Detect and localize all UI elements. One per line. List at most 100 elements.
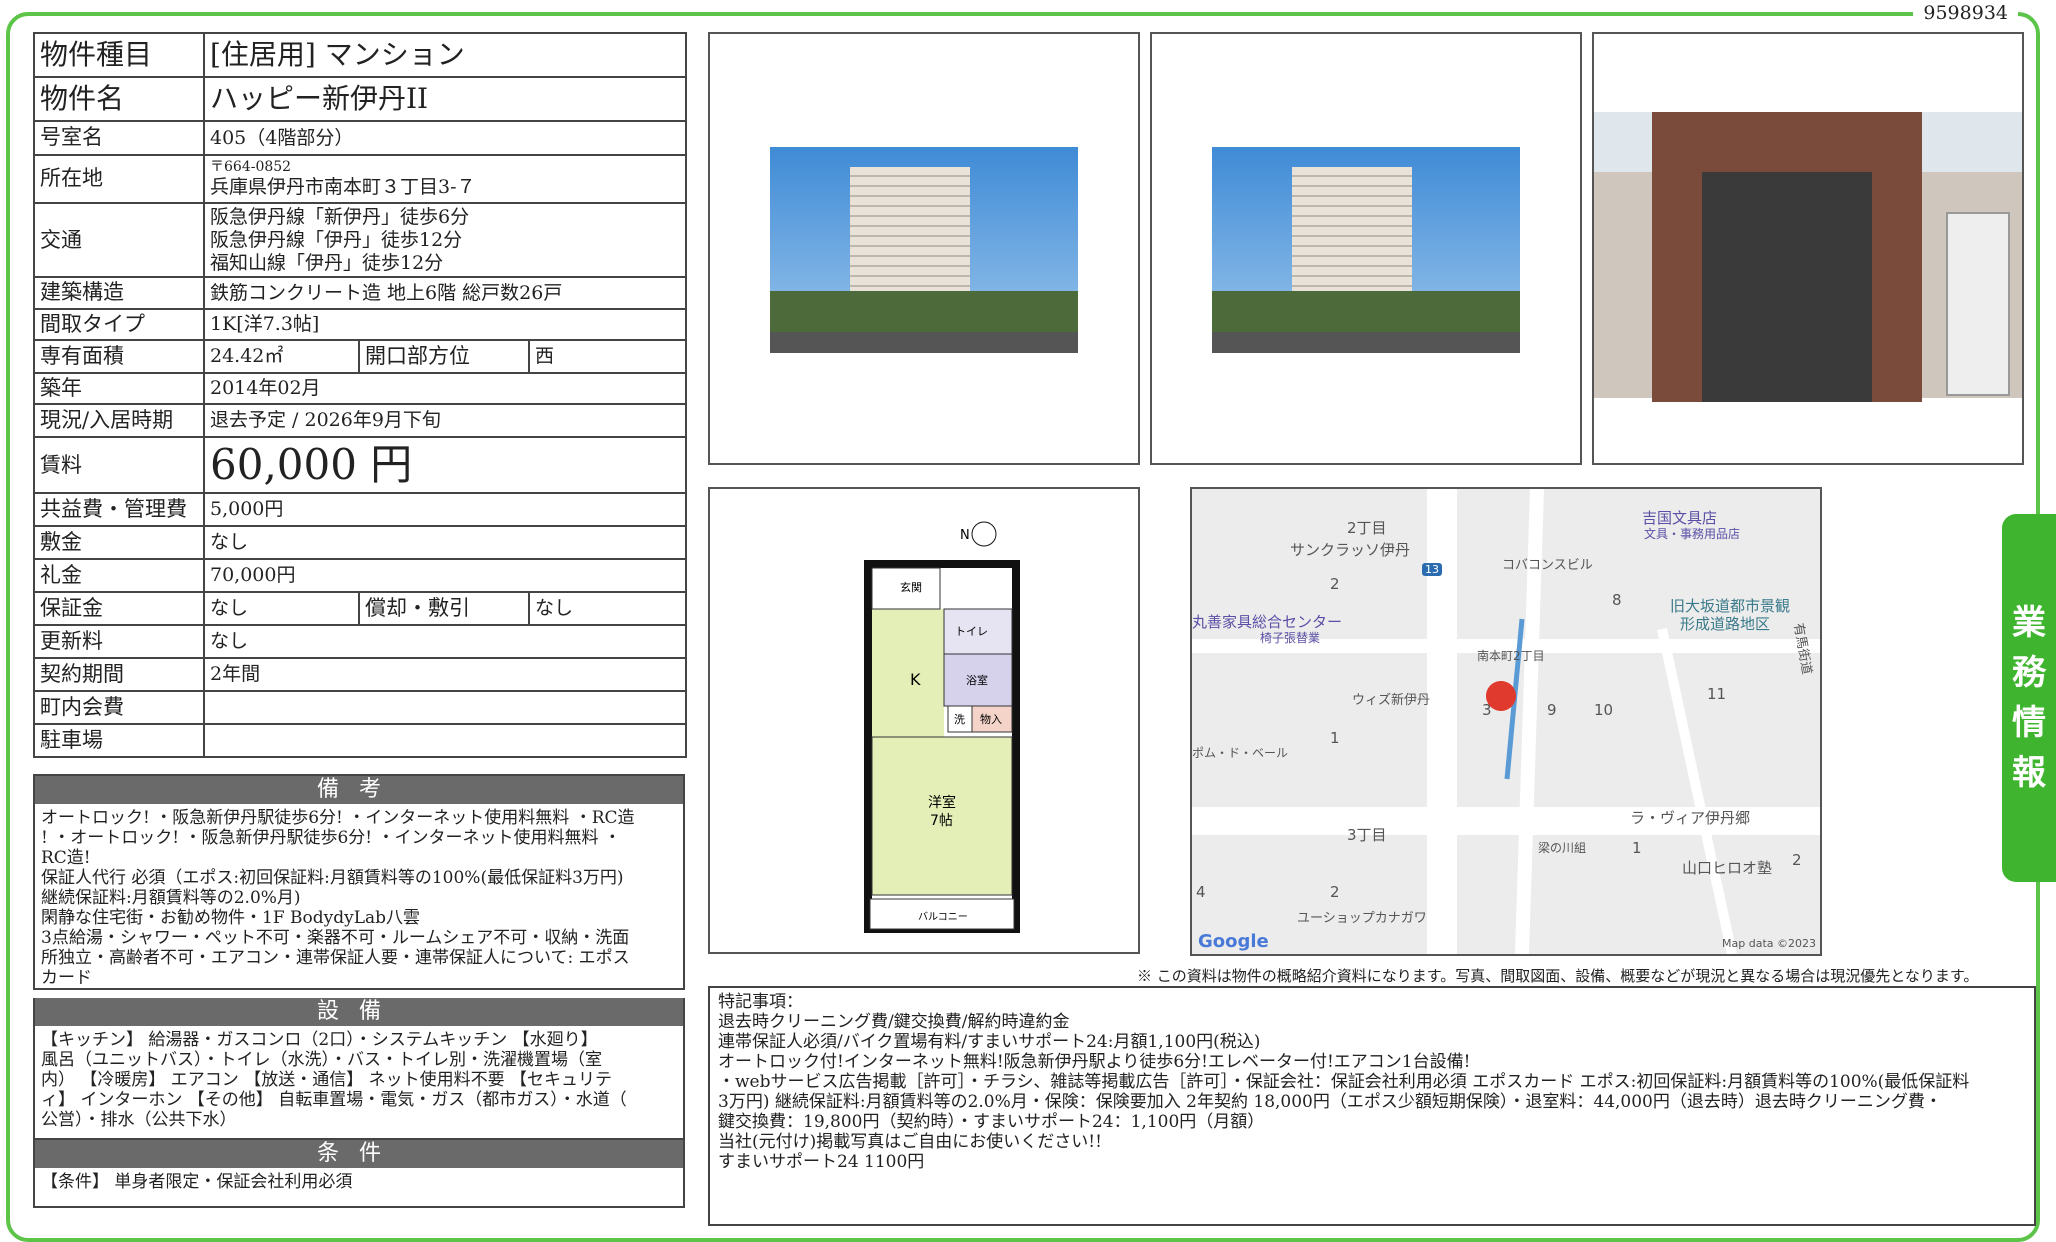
- map-number: 8: [1612, 591, 1622, 609]
- wash-label: 洗: [954, 713, 965, 726]
- address-value: 兵庫県伊丹市南本町３丁目3-７: [210, 176, 476, 198]
- map-attribution: Map data ©2023: [1722, 937, 1816, 950]
- entrance-label: 玄関: [900, 580, 922, 594]
- balcony-label: バルコニー: [918, 911, 968, 923]
- map-number: 1: [1330, 729, 1340, 747]
- rent-label: 賃料: [33, 435, 205, 495]
- remarks-line: カード: [41, 968, 92, 988]
- business-info-tab[interactable]: 業 務 情 報: [2002, 514, 2056, 882]
- remarks-line: RC造!: [41, 848, 91, 868]
- map-number: 1: [1632, 839, 1642, 857]
- status-value: 退去予定 / 2026年9月下旬: [202, 402, 688, 438]
- fee-label: 共益費・管理費: [33, 492, 205, 528]
- remarks-line: ! ・オートロック! ・阪急新伊丹駅徒歩6分! ・インターネット使用料無料 ・: [41, 828, 621, 848]
- map-number: 2: [1330, 883, 1340, 901]
- building-photo-frame-1: [708, 32, 1140, 465]
- deposit-label: 敷金: [33, 525, 205, 561]
- room-label: 号室名: [33, 120, 205, 156]
- map-label: 2丁目: [1347, 519, 1387, 537]
- kitchen-label: K: [910, 670, 921, 689]
- structure-value: 鉄筋コンクリート造 地上6階 総戸数26戸: [202, 276, 688, 310]
- floor-plan: N 玄関 トイレ 浴室 物入 洗 K 洋室 7帖 バルコニー: [708, 487, 1140, 954]
- google-logo: Google: [1198, 931, 1269, 952]
- bath-label: 浴室: [966, 673, 988, 687]
- map-number: 9: [1547, 701, 1557, 719]
- map-number: 4: [1196, 883, 1206, 901]
- side-tab-char: 業: [2012, 603, 2046, 643]
- route-shield: 13: [1422, 563, 1442, 576]
- road: [1212, 332, 1520, 353]
- map-label: ユーショップカナガワ: [1297, 911, 1427, 926]
- toilet-label: トイレ: [955, 625, 988, 638]
- type-label: 物件種目: [33, 32, 205, 78]
- term-value: 2年間: [202, 657, 688, 693]
- compass: [971, 521, 997, 547]
- building-exterior-photo: [770, 147, 1078, 353]
- map-label: ポム・ド・ベール: [1192, 746, 1289, 760]
- special-remarks: 特記事項： 退去時クリーニング費/鍵交換費/解約時違約金 連帯保証人必須/バイク…: [708, 986, 2036, 1226]
- remarks-line: 保証人代行 必須（エポス:初回保証料:月額賃料等の100%(最低保証料3万円): [41, 868, 624, 888]
- name-label: 物件名: [33, 76, 205, 122]
- closet-label: 物入: [980, 712, 1002, 726]
- guarantee-label: 保証金: [33, 591, 205, 627]
- access-line: 阪急伊丹線「伊丹」徒歩12分: [210, 228, 463, 251]
- map-number: 2: [1330, 575, 1340, 593]
- north-label: N: [960, 528, 970, 543]
- special-remarks-line: ・webサービス広告掲載［許可］・チラシ、雑誌等掲載広告［許可］・保証会社：保証…: [718, 1072, 1970, 1092]
- map-label: 文具・事務用品店: [1644, 527, 1741, 541]
- road: [1427, 489, 1457, 954]
- special-remarks-line: 連帯保証人必須/バイク置場有料/すまいサポート24:月額1,100円(税込): [718, 1032, 1261, 1052]
- remarks-line: 所独立・高齢者不可・エアコン・連帯保証人要・連帯保証人について: エポス: [41, 948, 630, 968]
- conditions-header: 条件: [35, 1140, 683, 1168]
- map-number: 11: [1707, 685, 1727, 703]
- map-label: 形成道路地区: [1680, 615, 1771, 633]
- map-label: 3丁目: [1347, 826, 1387, 844]
- amortization-value: なし: [527, 591, 688, 627]
- parking-value: [202, 723, 688, 759]
- remarks-section: 備考 オートロック! ・阪急新伊丹駅徒歩6分! ・インターネット使用料無料 ・R…: [33, 774, 685, 990]
- equipment-line: 風呂（ユニットバス）・トイレ（水洗）・バス・トイレ別・洗濯機置場（室: [41, 1050, 602, 1070]
- renewal-label: 更新料: [33, 624, 205, 660]
- conditions-text: 【条件】 単身者限定・保証会社利用必須: [35, 1168, 683, 1196]
- property-spec-table: 物件種目 [住居用] マンション 物件名 ハッピー新伊丹II 号室名 405（4階部分…: [33, 32, 688, 759]
- equipment-line: ィ】 インターホン 【その他】 自転車置場・電気・ガス（都市ガス）・水道（: [41, 1090, 627, 1110]
- remarks-line: 継続保証料:月額賃料等の2.0%月): [41, 888, 301, 908]
- access-label: 交通: [33, 201, 205, 279]
- equipment-text: 【キッチン】 給湯器・ガスコンロ（2口）・システムキッチン 【水廻り】 風呂（ユ…: [35, 1026, 683, 1134]
- area-value: 24.42㎡: [203, 338, 360, 374]
- equipment-line: 【キッチン】 給湯器・ガスコンロ（2口）・システムキッチン 【水廻り】: [41, 1030, 598, 1050]
- building-photo-frame-2: [1150, 32, 1582, 465]
- conditions-section: 条件 【条件】 単身者限定・保証会社利用必須: [33, 1140, 685, 1208]
- road: [1657, 627, 1737, 954]
- remarks-header: 備考: [35, 776, 683, 804]
- vending-machine: [1946, 212, 2010, 396]
- map-label: 梁の川組: [1538, 841, 1587, 855]
- address-label: 所在地: [33, 154, 205, 204]
- remarks-line: オートロック! ・阪急新伊丹駅徒歩6分! ・インターネット使用料無料 ・RC造: [41, 808, 635, 828]
- equipment-section: 設備 【キッチン】 給湯器・ガスコンロ（2口）・システムキッチン 【水廻り】 風…: [33, 998, 685, 1140]
- special-remarks-line: 当社(元付け)掲載写真はご自由にお使いください!!: [718, 1132, 1102, 1152]
- layout-label: 間取タイプ: [33, 307, 205, 341]
- special-remarks-line: 特記事項：: [718, 992, 803, 1012]
- map-number: 3: [1482, 701, 1492, 719]
- disclaimer-note: ※ この資料は物件の概略紹介資料になります。写真、間取図面、設備、概要などが現況…: [1137, 967, 1979, 985]
- equipment-line: 内） 【冷暖房】 エアコン 【放送・通信】 ネット使用料不要 【セキュリテ: [41, 1070, 613, 1090]
- guarantee-value: なし: [203, 591, 360, 627]
- access-cell: 阪急伊丹線「新伊丹」徒歩6分 阪急伊丹線「伊丹」徒歩12分 福知山線「伊丹」徒歩12…: [202, 201, 688, 279]
- map-label: ウィズ新伊丹: [1352, 693, 1431, 708]
- map-number: 10: [1594, 701, 1614, 719]
- room-size-label: 7帖: [930, 813, 953, 829]
- parking-label: 駐車場: [33, 723, 205, 759]
- map-label: コバコンスビル: [1502, 558, 1593, 573]
- built-value: 2014年02月: [202, 371, 688, 405]
- postal-code: 〒664-0852: [210, 159, 292, 176]
- side-tab-char: 情: [2012, 703, 2046, 743]
- town-fee-label: 町内会費: [33, 690, 205, 726]
- location-map[interactable]: 2丁目 サンクラッソ伊丹 コバコンスビル 吉国文具店 文具・事務用品店 旧大坂道…: [1190, 487, 1822, 956]
- entrance-door: [1702, 172, 1872, 402]
- area-label: 専有面積: [33, 338, 205, 374]
- deposit-value: なし: [202, 525, 688, 561]
- road: [770, 332, 1078, 353]
- map-number: 2: [1792, 851, 1802, 869]
- equipment-line: 公営）・排水（公共下水）: [41, 1110, 237, 1130]
